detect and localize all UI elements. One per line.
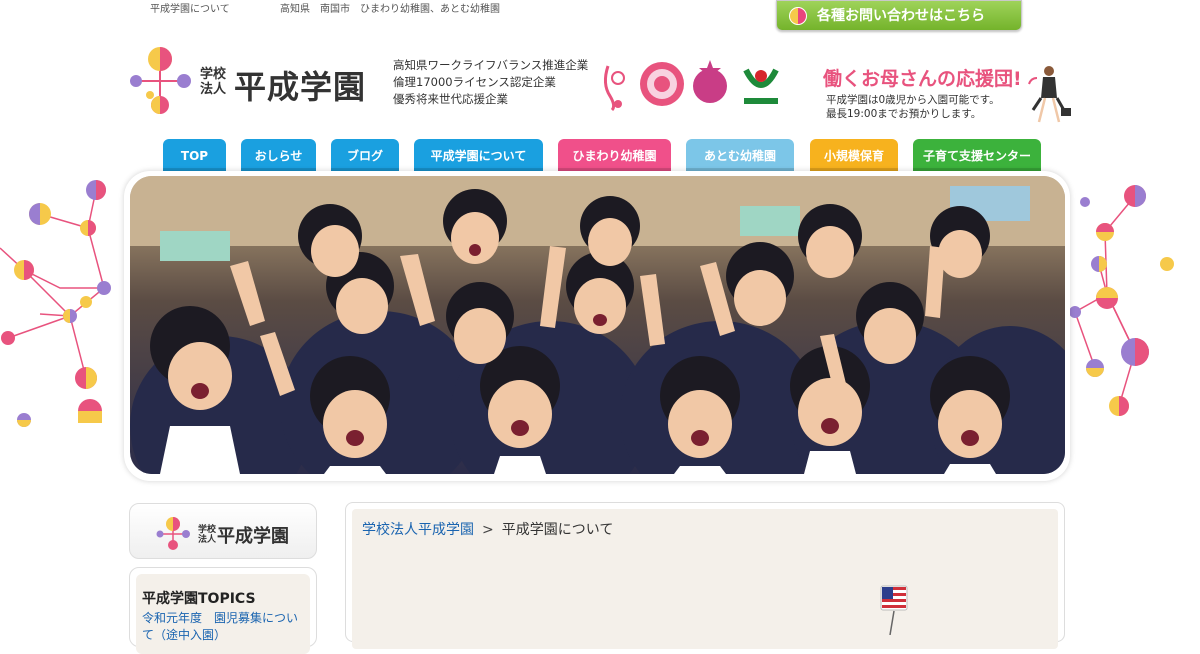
breadcrumb: 学校法人平成学園 > 平成学園について xyxy=(362,519,613,539)
nav-tab-news[interactable]: おしらせ xyxy=(241,139,316,171)
logo-small-text: 学校 法人 xyxy=(200,67,227,97)
topics-link[interactable]: 令和元年度 園児募集について（途中入園） xyxy=(142,610,304,644)
cert-item: 優秀将来世代応援企業 xyxy=(393,92,508,106)
hero-photo xyxy=(130,176,1065,474)
contact-button[interactable]: 各種お問い合わせはこちら xyxy=(776,0,1022,31)
sidebar-logo-name: 平成学園 xyxy=(217,526,289,547)
sidebar-logo[interactable]: 学校 法人 平成学園 xyxy=(129,503,317,559)
future-generation-badge-icon xyxy=(740,66,782,106)
children-photo-illustration xyxy=(130,176,1065,474)
nav-tab-small-nursery[interactable]: 小規模保育 xyxy=(810,139,898,171)
nav-tab-atom[interactable]: あとむ幼稚園 xyxy=(686,139,794,171)
cert-item: 倫理17000ライセンス認定企業 xyxy=(393,75,556,89)
mom-support-text: 平成学園は0歳児から入園可能です。 最長19:00までお預かりします。 xyxy=(826,94,1000,120)
sidebar-logo-small-text: 学校 法人 xyxy=(198,525,217,545)
working-mother-icon xyxy=(1028,66,1071,123)
kurumin-badge-icon xyxy=(603,65,625,112)
breadcrumb-separator: > xyxy=(482,522,494,538)
nav-tab-support-center[interactable]: 子育て支援センター xyxy=(913,139,1041,171)
site-logo[interactable]: 学校 法人 平成学園 xyxy=(128,45,388,117)
breadcrumb-home-link[interactable]: 学校法人平成学園 xyxy=(362,522,474,538)
us-flag-icon[interactable] xyxy=(880,585,908,635)
work-life-badge-icon xyxy=(640,62,684,106)
decorative-molecules-right-icon xyxy=(1069,185,1174,416)
women-active-badge-icon xyxy=(693,60,727,103)
location-text: 高知県 南国市 ひまわり幼稚園、あとむ幼稚園 xyxy=(280,4,500,15)
main-content: 学校法人平成学園 > 平成学園について xyxy=(345,502,1065,649)
decorative-molecules-left-icon xyxy=(0,180,111,427)
contact-button-label: 各種お問い合わせはこちら xyxy=(817,7,985,24)
topics-title: 平成学園TOPICS xyxy=(142,591,256,607)
mom-support-title: 働くお母さんの応援団! xyxy=(823,68,1022,90)
nav-tab-about[interactable]: 平成学園について xyxy=(414,139,543,171)
certifications: 高知県ワークライフバランス推進企業 倫理17000ライセンス認定企業 優秀将来世… xyxy=(393,57,588,108)
logo-mark-icon xyxy=(130,47,191,114)
contact-icon xyxy=(789,6,807,25)
breadcrumb-current: 平成学園について xyxy=(501,522,614,538)
cert-item: 高知県ワークライフバランス推進企業 xyxy=(393,58,589,72)
about-link[interactable]: 平成学園について xyxy=(150,0,230,15)
topics-panel: 平成学園TOPICS 令和元年度 園児募集について（途中入園） xyxy=(129,567,317,654)
nav-tab-top[interactable]: TOP xyxy=(163,139,226,171)
nav-tab-himawari[interactable]: ひまわり幼稚園 xyxy=(558,139,671,171)
certification-badges xyxy=(603,60,782,112)
logo-name: 平成学園 xyxy=(234,68,367,106)
nav-tab-blog[interactable]: ブログ xyxy=(331,139,399,171)
sidebar-logo-mark-icon xyxy=(156,517,190,550)
